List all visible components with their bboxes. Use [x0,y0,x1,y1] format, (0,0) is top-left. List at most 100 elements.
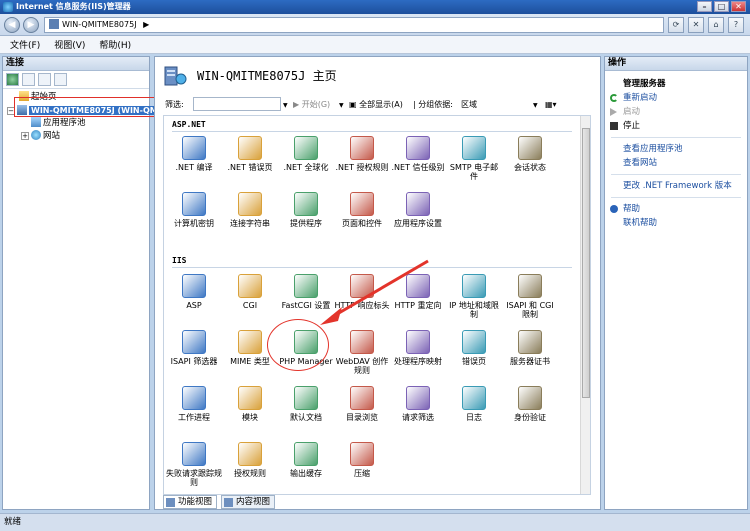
menu-file[interactable]: 文件(F) [10,38,40,51]
feature-tile[interactable]: .NET 编译 [166,136,222,172]
delete-connection-icon[interactable] [54,73,67,86]
feature-tile-label: 处理程序映射 [394,357,442,366]
feature-tile[interactable]: 授权规则 [222,442,278,478]
feature-tile-label: 计算机密钥 [174,219,214,228]
feature-tile[interactable]: ISAPI 和 CGI 限制 [502,274,558,319]
server-node-icon [17,105,27,115]
feature-tile[interactable]: 目录浏览 [334,386,390,422]
group-by-select[interactable]: 区域 [461,97,477,112]
feature-tile[interactable]: 日志 [446,386,502,422]
tree-server[interactable]: − WIN-QMITME8075J (WIN-QMITM [3,104,177,117]
connect-icon[interactable] [6,73,19,86]
actions-pane: 操作 管理服务器 重新启动 启动 停止 查看应用程序池 查看网站 更改 .NET… [604,56,748,510]
view-app-pools-link[interactable]: 查看应用程序池 [605,142,747,156]
feature-tile-label: 服务器证书 [510,357,550,366]
filter-dropdown-icon[interactable]: ▼ [283,98,288,113]
expand-icon[interactable]: + [21,132,29,140]
close-button[interactable]: ✕ [731,1,746,12]
feature-tile[interactable]: HTTP 响应标头 [334,274,390,310]
feature-tile[interactable]: 处理程序映射 [390,330,446,366]
feature-tile[interactable]: 服务器证书 [502,330,558,366]
minimize-button[interactable]: – [697,1,712,12]
menu-help[interactable]: 帮助(H) [99,38,131,51]
help-link[interactable]: 帮助 [605,202,747,216]
start-dropdown-icon[interactable]: ▼ [339,98,344,113]
filter-input[interactable] [193,97,281,111]
feature-tile-label: 失败请求跟踪规则 [166,469,222,487]
scrollbar-thumb[interactable] [582,128,590,398]
collapse-icon[interactable]: − [7,107,15,115]
start-link: 启动 [605,105,747,119]
failed-request-icon [182,442,206,466]
feature-tile[interactable]: ISAPI 筛选器 [166,330,222,366]
maximize-button[interactable]: □ [714,1,729,12]
dotnet-globe-icon [294,136,318,160]
stop-icon[interactable]: ✕ [688,17,704,33]
vertical-scrollbar[interactable] [580,116,590,494]
group-dropdown-icon[interactable]: ▼ [533,98,538,113]
providers-icon [294,192,318,216]
feature-tile[interactable]: 失败请求跟踪规则 [166,442,222,487]
tab-content-view[interactable]: 内容视图 [221,495,276,509]
feature-tile[interactable]: 页面和控件 [334,192,390,228]
stop-square-icon [610,122,618,130]
feature-tile[interactable]: 应用程序设置 [390,192,446,228]
feature-tile[interactable]: IP 地址和域限制 [446,274,502,319]
feature-tile[interactable]: .NET 信任级别 [390,136,446,172]
feature-tile[interactable]: 计算机密钥 [166,192,222,228]
feature-tile[interactable]: 输出缓存 [278,442,334,478]
view-sites-link[interactable]: 查看网站 [605,156,747,170]
tab-features-view[interactable]: 功能视图 [163,495,218,509]
feature-tile[interactable]: PHP Manager [278,330,334,366]
restart-link[interactable]: 重新启动 [605,91,747,105]
feature-tile[interactable]: 连接字符串 [222,192,278,228]
show-all-button[interactable]: ▣ 全部显示(A) [349,97,403,112]
feature-tile[interactable]: .NET 全球化 [278,136,334,172]
menu-view[interactable]: 视图(V) [54,38,85,51]
handler-map-icon [406,330,430,354]
feature-tile[interactable]: 会话状态 [502,136,558,172]
tree-sites[interactable]: + 网站 [3,130,149,143]
feature-tile[interactable]: WebDAV 创作规则 [334,330,390,375]
feature-tile[interactable]: ASP [166,274,222,310]
feature-tile[interactable]: 工作进程 [166,386,222,422]
stop-link[interactable]: 停止 [605,119,747,133]
feature-tile-label: CGI [242,301,258,310]
home-icon[interactable]: ⌂ [708,17,724,33]
refresh-icon[interactable]: ⟳ [668,17,684,33]
app-settings-icon [406,192,430,216]
feature-tile-label: .NET 全球化 [283,163,329,172]
feature-tile[interactable]: 提供程序 [278,192,334,228]
forward-button[interactable]: ▶ [23,17,39,33]
feature-tile[interactable]: FastCGI 设置 [278,274,334,310]
feature-tile[interactable]: SMTP 电子邮件 [446,136,502,181]
feature-tile-label: IP 地址和域限制 [449,301,499,319]
help-icon[interactable]: ? [728,17,744,33]
save-icon[interactable] [22,73,35,86]
certificate-icon [518,330,542,354]
feature-tile[interactable]: .NET 授权规则 [334,136,390,172]
address-field[interactable]: WIN-QMITME8075J ▶ [44,17,664,33]
dotnet-compile-icon [182,136,206,160]
filter-label: 筛选: [165,100,184,109]
feature-tile[interactable]: 请求筛选 [390,386,446,422]
view-mode-icon[interactable]: ▦▾ [545,97,557,112]
feature-tile[interactable]: 压缩 [334,442,390,478]
start-filter-button[interactable]: ▶ 开始(G) [293,97,330,112]
feature-tile[interactable]: 模块 [222,386,278,422]
feature-tile-label: 工作进程 [178,413,210,422]
tree-start-page[interactable]: 起始页 [3,91,149,104]
feature-tile[interactable]: 身份验证 [502,386,558,422]
help-circle-icon [610,205,618,213]
feature-tile[interactable]: MIME 类型 [222,330,278,366]
back-button[interactable]: ◀ [4,17,20,33]
online-help-link[interactable]: 联机帮助 [605,216,747,230]
feature-tile[interactable]: 默认文档 [278,386,334,422]
feature-tile[interactable]: 错误页 [446,330,502,366]
up-icon[interactable] [38,73,51,86]
feature-tile[interactable]: CGI [222,274,278,310]
feature-tile[interactable]: .NET 错误页 [222,136,278,172]
feature-tile[interactable]: HTTP 重定向 [390,274,446,310]
tree-app-pools[interactable]: 应用程序池 [3,117,149,130]
change-framework-link[interactable]: 更改 .NET Framework 版本 [605,179,747,193]
